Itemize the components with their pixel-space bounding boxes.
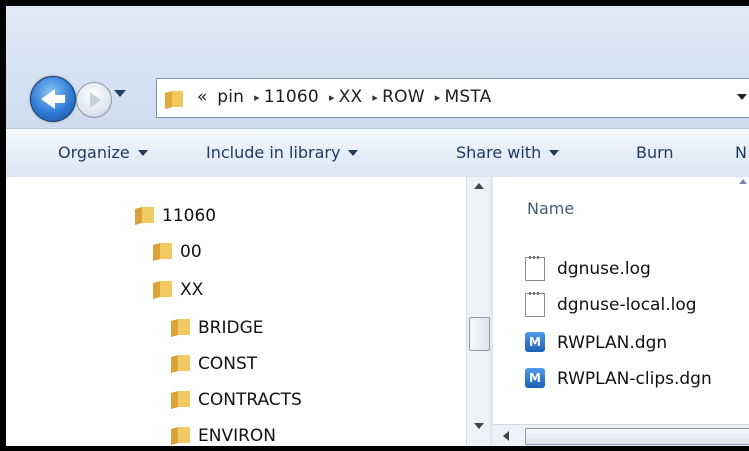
title-area: « pin ▸ 11060 ▸ XX ▸ ROW ▸ MSTA: [6, 6, 749, 128]
forward-button[interactable]: [76, 82, 112, 118]
breadcrumb-separator-icon[interactable]: ▸: [329, 91, 335, 104]
navigation-pane-scrollbar[interactable]: [466, 177, 491, 446]
recent-pages-dropdown-icon[interactable]: [114, 90, 126, 97]
sort-arrow-icon: [739, 179, 747, 184]
tree-item-label: CONTRACTS: [198, 390, 302, 410]
share-with-button[interactable]: Share with: [456, 143, 560, 162]
breadcrumb-separator-icon[interactable]: ▸: [254, 91, 260, 104]
window-frame: « pin ▸ 11060 ▸ XX ▸ ROW ▸ MSTA Organize Include…: [0, 0, 749, 451]
folder-icon: [171, 391, 190, 409]
microstation-file-icon: M: [525, 332, 545, 352]
breadcrumb: « pin ▸ 11060 ▸ XX ▸ ROW ▸ MSTA: [197, 87, 495, 107]
scroll-up-arrow-icon[interactable]: [474, 183, 484, 189]
scrollbar-thumb[interactable]: [469, 317, 490, 351]
folder-icon: [165, 91, 183, 109]
include-in-library-button[interactable]: Include in library: [206, 143, 359, 162]
explorer-window: « pin ▸ 11060 ▸ XX ▸ ROW ▸ MSTA Organize Include…: [6, 6, 749, 446]
breadcrumb-overflow[interactable]: «: [197, 87, 208, 107]
new-folder-label: N: [735, 143, 747, 162]
text-document-icon: [525, 292, 545, 317]
folder-icon: [171, 427, 190, 445]
file-name: dgnuse.log: [557, 259, 651, 279]
address-dropdown-icon[interactable]: [737, 94, 747, 100]
text-document-icon: [525, 256, 545, 281]
burn-label: Burn: [636, 143, 674, 162]
breadcrumb-separator-icon[interactable]: ▸: [372, 91, 378, 104]
tree-item-label: ENVIRON: [198, 426, 277, 446]
organize-button[interactable]: Organize: [58, 143, 148, 162]
organize-label: Organize: [58, 143, 130, 162]
file-name: RWPLAN-clips.dgn: [557, 369, 712, 389]
command-bar: Organize Include in library Share with B…: [6, 128, 749, 178]
address-bar[interactable]: « pin ▸ 11060 ▸ XX ▸ ROW ▸ MSTA: [156, 78, 749, 118]
breadcrumb-item-msta[interactable]: MSTA: [444, 87, 491, 107]
breadcrumb-item-row[interactable]: ROW: [382, 87, 425, 107]
scrollbar-thumb[interactable]: [525, 428, 749, 445]
back-arrow-icon: [41, 89, 65, 109]
navigation-pane: 11060 00 XX BRIDGE CONST CONTRACTS ENVIR…: [6, 177, 466, 446]
breadcrumb-item-11060[interactable]: 11060: [264, 87, 319, 107]
chevron-down-icon: [137, 150, 148, 156]
file-name: RWPLAN.dgn: [557, 333, 668, 353]
folder-icon: [171, 355, 190, 373]
chevron-down-icon: [549, 150, 560, 156]
burn-button[interactable]: Burn: [636, 143, 674, 162]
new-folder-button[interactable]: N: [735, 143, 747, 162]
forward-arrow-icon: [90, 92, 101, 108]
folder-icon: [153, 243, 172, 261]
breadcrumb-item-pin[interactable]: pin: [217, 87, 244, 107]
file-list-pane: Name dgnuse.log dgnuse-local.log M RWPLA…: [493, 177, 749, 446]
back-button[interactable]: [30, 76, 76, 122]
folder-icon: [171, 319, 190, 337]
microstation-file-icon: M: [525, 368, 545, 388]
breadcrumb-item-xx[interactable]: XX: [339, 87, 363, 107]
tree-item-label: 00: [180, 242, 202, 262]
column-header-name[interactable]: Name: [527, 199, 574, 218]
tree-item-label: CONST: [198, 354, 258, 374]
folder-icon: [135, 207, 154, 225]
include-in-library-label: Include in library: [206, 143, 341, 162]
tree-item-label: XX: [180, 280, 204, 300]
tree-item-label: BRIDGE: [198, 318, 264, 338]
file-list-horizontal-scrollbar[interactable]: [493, 424, 749, 446]
breadcrumb-separator-icon[interactable]: ▸: [435, 91, 441, 104]
chevron-down-icon: [348, 150, 359, 156]
scroll-left-arrow-icon[interactable]: [503, 431, 509, 441]
share-with-label: Share with: [456, 143, 542, 162]
file-name: dgnuse-local.log: [557, 295, 697, 315]
scroll-down-arrow-icon[interactable]: [474, 423, 484, 429]
folder-icon: [153, 281, 172, 299]
tree-item-label: 11060: [162, 206, 217, 226]
